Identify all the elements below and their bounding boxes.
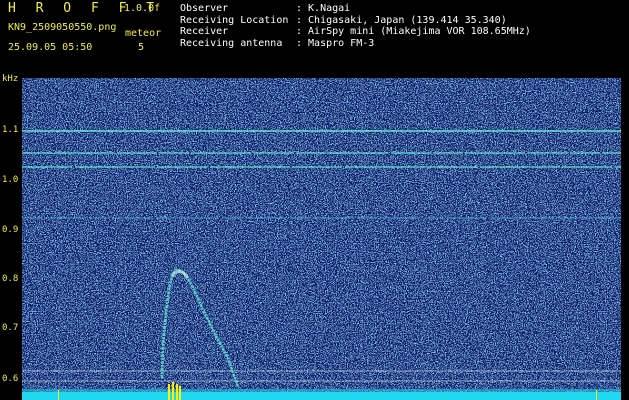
y-label-0-7: 0.7 bbox=[2, 323, 19, 333]
filename-label: KN9_2509050550.png bbox=[8, 22, 117, 33]
echo-burst-marker-4 bbox=[179, 386, 181, 400]
version-label: 1.0.0f bbox=[124, 3, 161, 14]
station-info: Observer: K.Nagai Receiving Location: Ch… bbox=[180, 3, 531, 49]
info-row-receiver: Receiver: AirSpy mini (Miakejima VOR 108… bbox=[180, 26, 531, 37]
time-tick-0600 bbox=[596, 390, 597, 400]
baseline-edge bbox=[22, 389, 621, 392]
echo-burst-marker-2 bbox=[172, 382, 174, 400]
info-row-location: Receiving Location: Chigasaki, Japan (13… bbox=[180, 14, 507, 26]
y-label-0-8: 0.8 bbox=[2, 274, 19, 284]
timestamp-label: 25.09.05 05:50 bbox=[8, 42, 93, 53]
y-label-0-9: 0.9 bbox=[2, 225, 19, 235]
mode-label: meteor bbox=[125, 28, 162, 39]
noise-highlight-layer bbox=[22, 78, 621, 400]
header-panel: H R O F F T 1.0.0f KN9_2509050550.png me… bbox=[0, 0, 629, 76]
baseline-strip bbox=[22, 392, 621, 400]
spectrogram-display[interactable] bbox=[22, 78, 621, 400]
info-row-antenna: Receiving antenna: Maspro FM-3 bbox=[180, 37, 375, 49]
y-label-1-1: 1.1 bbox=[2, 125, 19, 135]
echo-burst-marker-3 bbox=[176, 384, 178, 400]
y-label-0-6: 0.6 bbox=[2, 374, 19, 384]
time-tick-0551 bbox=[58, 390, 59, 400]
info-row-observer: Observer: K.Nagai bbox=[180, 3, 351, 14]
echo-burst-marker-1 bbox=[168, 384, 170, 400]
frequency-unit-label: kHz bbox=[2, 74, 19, 84]
y-label-1-0: 1.0 bbox=[2, 175, 19, 185]
mode-value: 5 bbox=[138, 42, 145, 53]
